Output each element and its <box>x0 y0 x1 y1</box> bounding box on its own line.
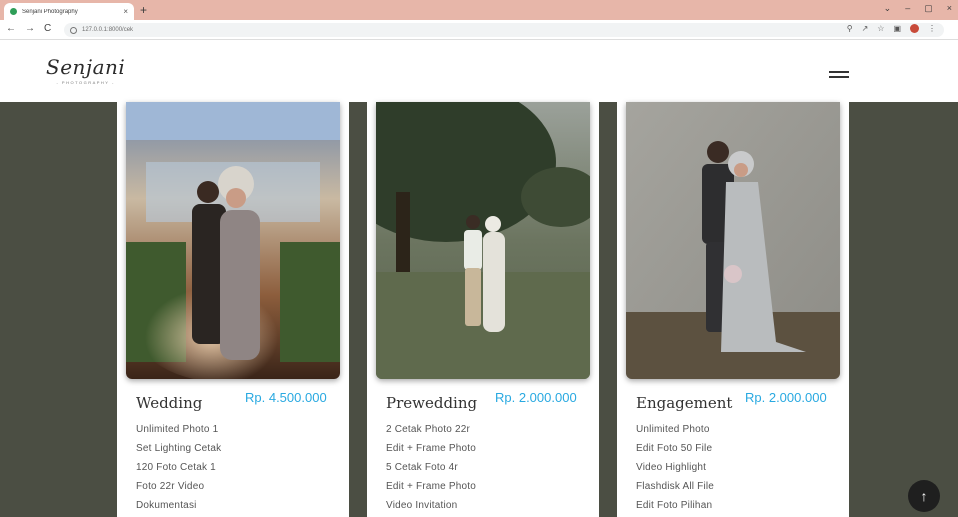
tab-title: Senjani Photography <box>22 8 78 15</box>
back-button[interactable]: ← <box>6 23 16 34</box>
list-item: Edit Foto Pilihan <box>636 500 713 511</box>
omnibox-actions: ⚲ ↗ ☆ ▣ ⋮ <box>847 24 936 33</box>
engagement-photo <box>626 102 840 379</box>
nav-buttons: ← → C <box>6 23 51 34</box>
site-header: Senjani - PHOTOGRAPHY - <box>0 41 958 102</box>
site-info-icon[interactable] <box>70 26 77 34</box>
window-controls: ⌄ – ▢ × <box>884 3 952 14</box>
list-item: Dokumentasi <box>136 500 197 511</box>
arrow-up-icon: ↑ <box>920 488 928 504</box>
reload-button[interactable]: C <box>44 23 51 34</box>
menu-icon[interactable]: ⋮ <box>928 24 936 33</box>
feature-list: Unlimited Photo 1 Set Lighting Cetak 120… <box>136 420 221 515</box>
prewedding-photo <box>376 102 590 379</box>
package-card-engagement: Engagement Rp. 2.000.000 Unlimited Photo… <box>617 102 849 517</box>
package-card-wedding: Wedding Rp. 4.500.000 Unlimited Photo 1 … <box>117 102 349 517</box>
new-tab-button[interactable]: + <box>140 3 147 17</box>
scroll-to-top-button[interactable]: ↑ <box>908 480 940 512</box>
wedding-photo <box>126 102 340 379</box>
logo-subtitle: - PHOTOGRAPHY - <box>56 80 115 85</box>
package-card-prewedding: Prewedding Rp. 2.000.000 2 Cetak Photo 2… <box>367 102 599 517</box>
package-price: Rp. 2.000.000 <box>495 390 577 405</box>
package-title: Prewedding <box>386 394 478 412</box>
maximize-button[interactable]: ▢ <box>924 3 933 14</box>
url-field[interactable]: 127.0.0.1:8000/cek ⚲ ↗ ☆ ▣ ⋮ <box>64 23 944 37</box>
list-item: 2 Cetak Photo 22r <box>386 424 471 435</box>
packages-section: Wedding Rp. 4.500.000 Unlimited Photo 1 … <box>0 102 958 517</box>
close-window-button[interactable]: × <box>947 3 952 14</box>
hamburger-menu-icon[interactable] <box>829 71 849 79</box>
list-item: Video Highlight <box>636 462 707 473</box>
url-text: 127.0.0.1:8000/cek <box>82 27 134 33</box>
tab-search-icon[interactable]: ⌄ <box>884 3 892 14</box>
list-item: Edit + Frame Photo <box>386 481 477 492</box>
browser-tab-bar: Senjani Photography × + ⌄ – ▢ × <box>0 0 958 20</box>
list-item: Unlimited Photo <box>636 424 710 435</box>
close-tab-icon[interactable]: × <box>123 7 128 16</box>
browser-tab[interactable]: Senjani Photography × <box>4 3 134 20</box>
package-title: Engagement <box>636 394 733 412</box>
feature-list: Unlimited Photo Edit Foto 50 File Video … <box>636 420 714 515</box>
feature-list: 2 Cetak Photo 22r Edit + Frame Photo 5 C… <box>386 420 476 515</box>
address-bar: ← → C 127.0.0.1:8000/cek ⚲ ↗ ☆ ▣ ⋮ <box>0 20 958 40</box>
package-price: Rp. 4.500.000 <box>245 390 327 405</box>
list-item: Edit + Frame Photo <box>386 443 477 454</box>
favicon-icon <box>10 8 17 15</box>
list-item: Edit Foto 50 File <box>636 443 713 454</box>
list-item: Video Invitation <box>386 500 458 511</box>
profile-avatar[interactable] <box>910 24 919 33</box>
list-item: Unlimited Photo 1 <box>136 424 219 435</box>
list-item: Flashdisk All File <box>636 481 715 492</box>
sidebar-icon[interactable]: ▣ <box>893 24 901 33</box>
package-title: Wedding <box>136 394 203 412</box>
list-item: 5 Cetak Foto 4r <box>386 462 458 473</box>
site-logo[interactable]: Senjani - PHOTOGRAPHY - <box>46 55 125 85</box>
share-icon[interactable]: ↗ <box>862 24 869 33</box>
package-price: Rp. 2.000.000 <box>745 390 827 405</box>
forward-button[interactable]: → <box>25 23 35 34</box>
list-item: 120 Foto Cetak 1 <box>136 462 216 473</box>
zoom-icon[interactable]: ⚲ <box>847 24 853 33</box>
logo-text: Senjani <box>46 55 126 79</box>
list-item: Set Lighting Cetak <box>136 443 222 454</box>
star-icon[interactable]: ☆ <box>877 24 884 33</box>
list-item: Foto 22r Video <box>136 481 205 492</box>
minimize-button[interactable]: – <box>905 3 910 14</box>
